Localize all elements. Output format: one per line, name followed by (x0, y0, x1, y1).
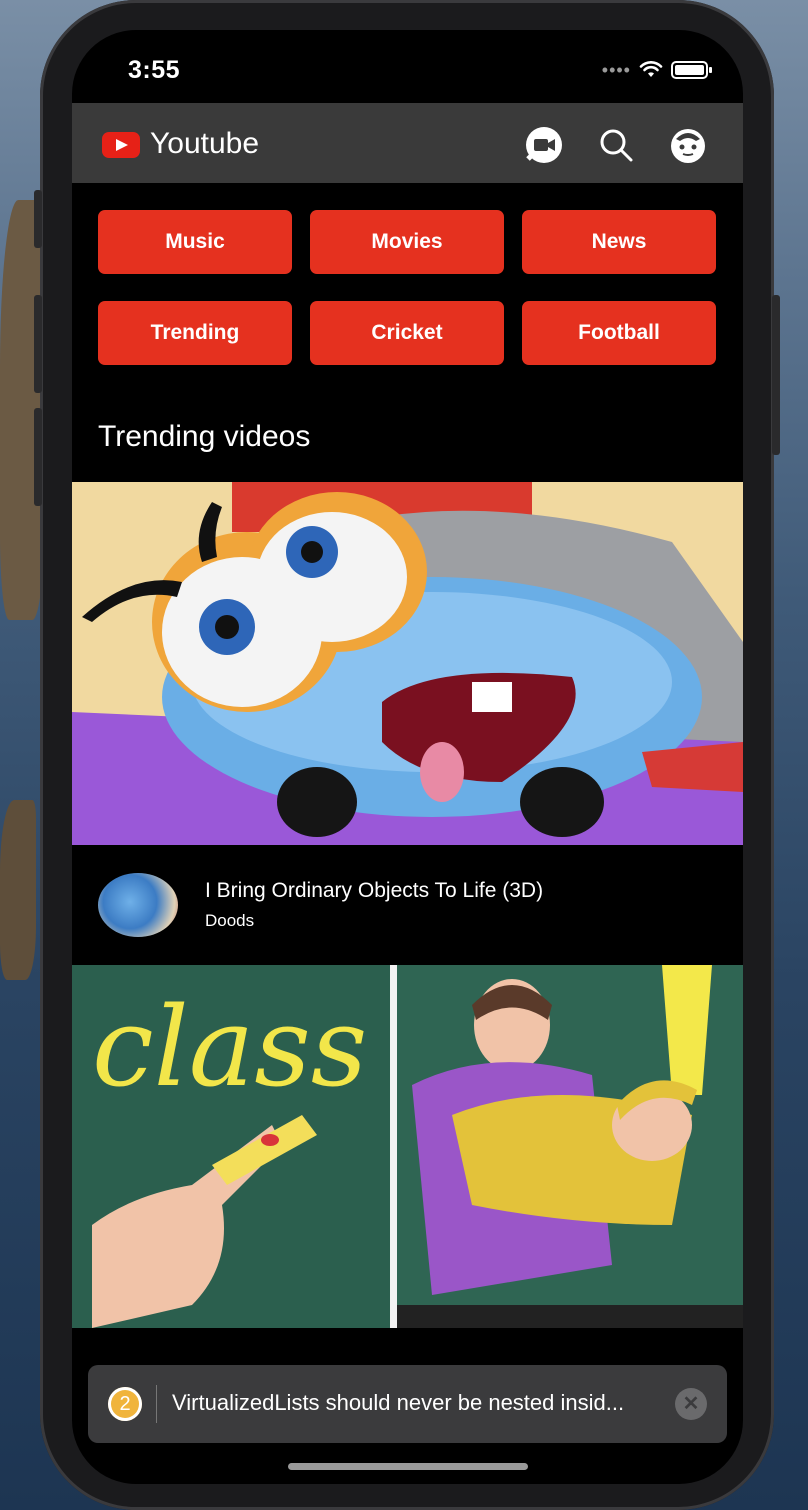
profile-icon[interactable] (668, 125, 708, 165)
warning-message[interactable]: VirtualizedLists should never be nested … (172, 1390, 624, 1416)
video-channel: Doods (205, 911, 255, 930)
category-grid: Music Movies News Trending Cricket Footb… (98, 210, 718, 365)
category-button-trending[interactable]: Trending (98, 301, 292, 365)
desktop-rock (0, 800, 36, 980)
warning-toast[interactable]: 2 VirtualizedLists should never be neste… (88, 1365, 727, 1443)
thumbnail-chalk-text: class (92, 983, 367, 1111)
video-thumbnail[interactable] (72, 482, 743, 845)
warning-count-badge: 2 (108, 1387, 142, 1421)
category-button-music[interactable]: Music (98, 210, 292, 274)
close-icon[interactable]: ✕ (675, 1388, 707, 1420)
category-button-news[interactable]: News (522, 210, 716, 274)
video-title[interactable]: I Bring Ordinary Objects To Life (3D) (205, 879, 543, 903)
app-bar: Youtube (72, 103, 743, 183)
home-indicator[interactable] (288, 1463, 528, 1470)
status-indicators: •••• (602, 60, 713, 80)
phone-volume-up (34, 295, 42, 393)
app-screen: 3:55 •••• Youtube Music Movies News Tren… (72, 30, 743, 1484)
video-camera-icon[interactable] (524, 125, 564, 165)
category-button-cricket[interactable]: Cricket (310, 301, 504, 365)
search-icon[interactable] (596, 125, 636, 165)
app-title: Youtube (150, 127, 260, 160)
thumbnail-illustration: class (72, 965, 743, 1328)
wifi-icon (639, 61, 663, 77)
cellular-signal-icon: •••• (601, 60, 631, 80)
channel-avatar[interactable] (98, 873, 178, 937)
video-thumbnail[interactable]: class (72, 965, 743, 1328)
thumbnail-illustration (72, 482, 743, 845)
battery-icon (671, 61, 712, 79)
section-title: Trending videos (98, 420, 311, 453)
category-button-movies[interactable]: Movies (310, 210, 504, 274)
phone-volume-down (34, 408, 42, 506)
category-button-football[interactable]: Football (522, 301, 716, 365)
status-time: 3:55 (128, 56, 181, 84)
phone-side-button (34, 190, 42, 248)
youtube-logo-icon (102, 132, 140, 158)
video-list-item[interactable]: I Bring Ordinary Objects To Life (3D) Do… (72, 845, 743, 965)
toast-divider (156, 1385, 157, 1423)
phone-power-button (772, 295, 780, 455)
notch (222, 30, 595, 86)
